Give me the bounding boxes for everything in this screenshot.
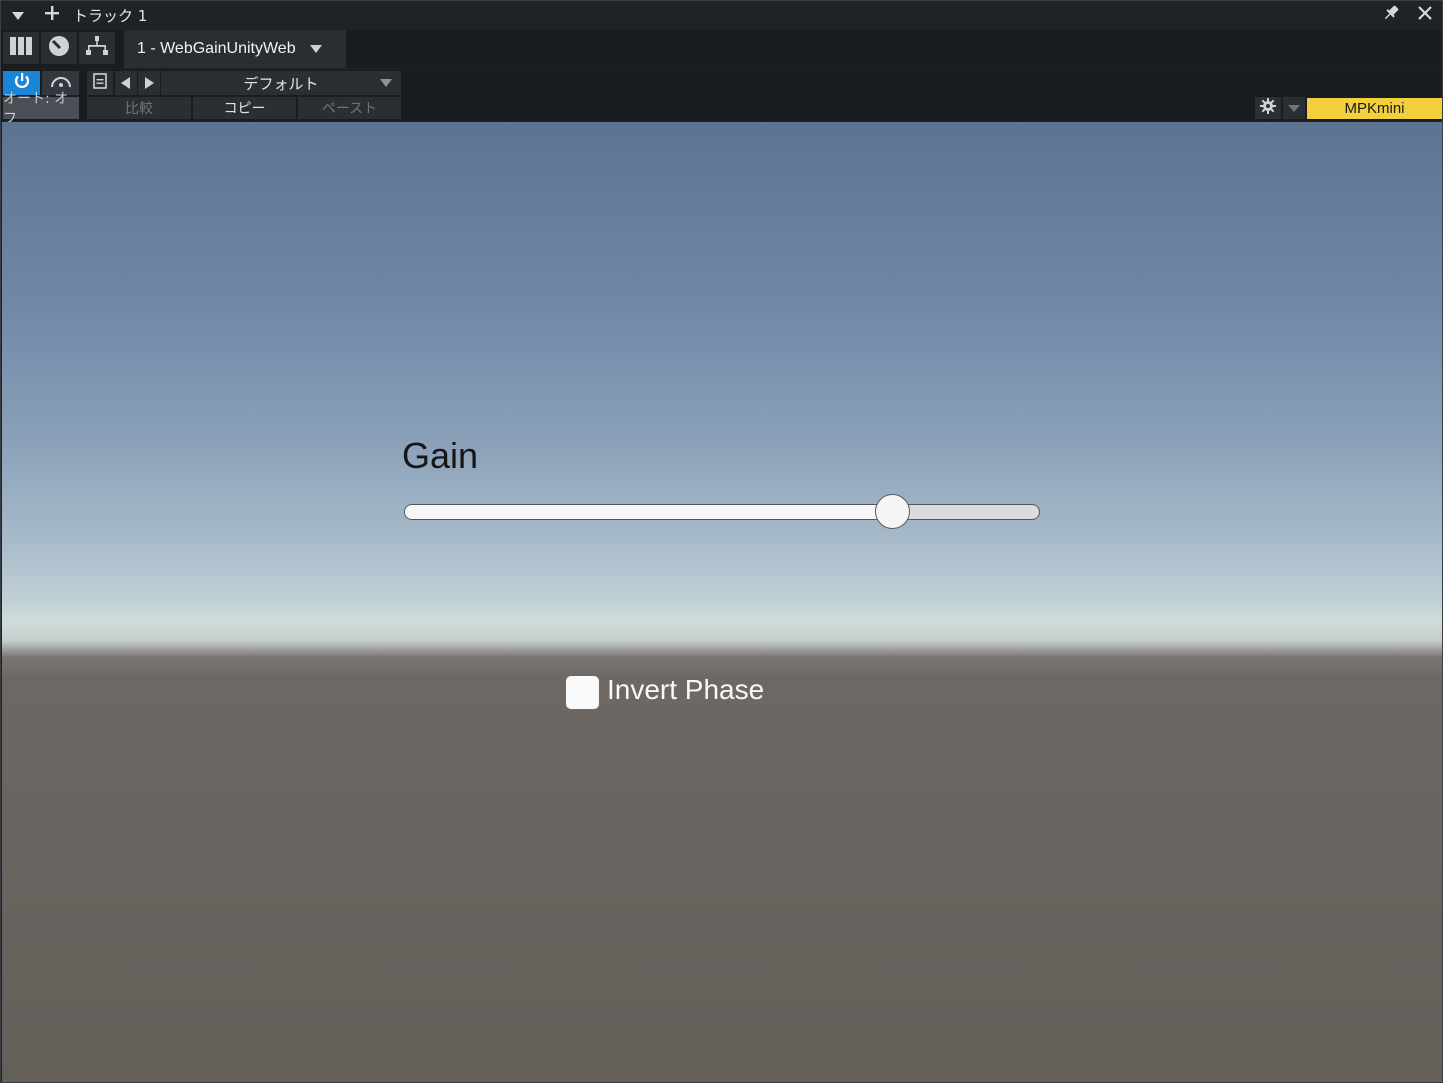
plugin-window: トラック 1 1 - WebGainUnityWeb デフォルト オート: オフ… [0,0,1443,1083]
hierarchy-icon [85,35,109,61]
preset-bar: デフォルト [1,69,1442,96]
gain-slider-handle[interactable] [874,494,910,529]
next-arrow-icon [144,74,154,93]
gain-slider-fill [405,505,894,519]
preset-name: デフォルト [243,74,319,93]
chevron-down-icon [309,45,322,53]
plugin-bar: 1 - WebGainUnityWeb [1,30,1442,68]
paste-button[interactable]: ペースト [298,97,401,119]
preset-file-icon [93,73,107,93]
track-title: トラック 1 [73,6,148,25]
plugin-viewport: Gain Invert Phase [2,122,1442,1082]
previous-preset-button[interactable] [115,71,137,95]
mixer-button[interactable] [3,32,39,64]
hierarchy-button[interactable] [79,32,115,64]
next-preset-button[interactable] [138,71,160,95]
plus-icon [44,5,60,25]
chevron-down-icon [380,79,392,87]
prev-arrow-icon [121,74,131,93]
chevron-down-icon [1288,104,1300,112]
midi-device-button[interactable]: MPKmini [1307,98,1442,119]
title-bar: トラック 1 [1,1,1442,29]
pin-button[interactable] [1374,1,1408,29]
close-button[interactable] [1408,1,1442,29]
track-menu-button[interactable] [1,1,35,29]
gain-slider[interactable] [404,504,1040,520]
action-bar: オート: オフ 比較 コピー ペースト MPKmini [1,91,1442,127]
pin-icon [1382,4,1400,26]
invert-phase-label: Invert Phase [607,674,765,705]
plugin-name: 1 - WebGainUnityWeb [137,40,296,57]
add-track-button[interactable] [35,1,69,29]
preset-file-button[interactable] [87,71,113,95]
preset-selector[interactable]: デフォルト [161,71,401,95]
compare-button[interactable]: 比較 [87,97,191,119]
settings-button[interactable] [1255,97,1281,119]
plugin-selector[interactable]: 1 - WebGainUnityWeb [124,30,346,68]
chevron-down-icon [11,6,25,25]
routing-icon [48,35,70,61]
copy-button[interactable]: コピー [193,97,296,119]
gain-label: Gain [402,435,479,476]
automation-button[interactable]: オート: オフ [3,91,79,127]
invert-phase-checkbox[interactable] [565,675,600,710]
settings-menu-button[interactable] [1283,97,1305,119]
gear-icon [1260,98,1276,118]
routing-button[interactable] [41,32,77,64]
mixer-icon [10,37,32,59]
close-icon [1417,5,1433,25]
